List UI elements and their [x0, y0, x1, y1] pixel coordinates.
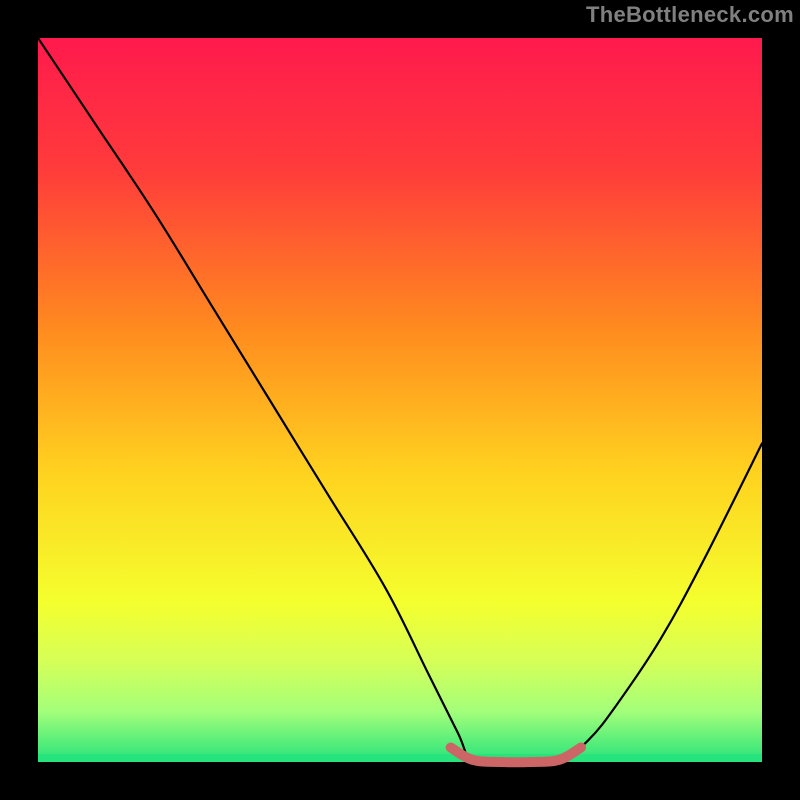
bottleneck-chart: [0, 0, 800, 800]
chart-background: [38, 38, 762, 762]
chart-bottom-band: [38, 754, 762, 762]
watermark-text: TheBottleneck.com: [586, 2, 794, 28]
chart-stage: TheBottleneck.com: [0, 0, 800, 800]
